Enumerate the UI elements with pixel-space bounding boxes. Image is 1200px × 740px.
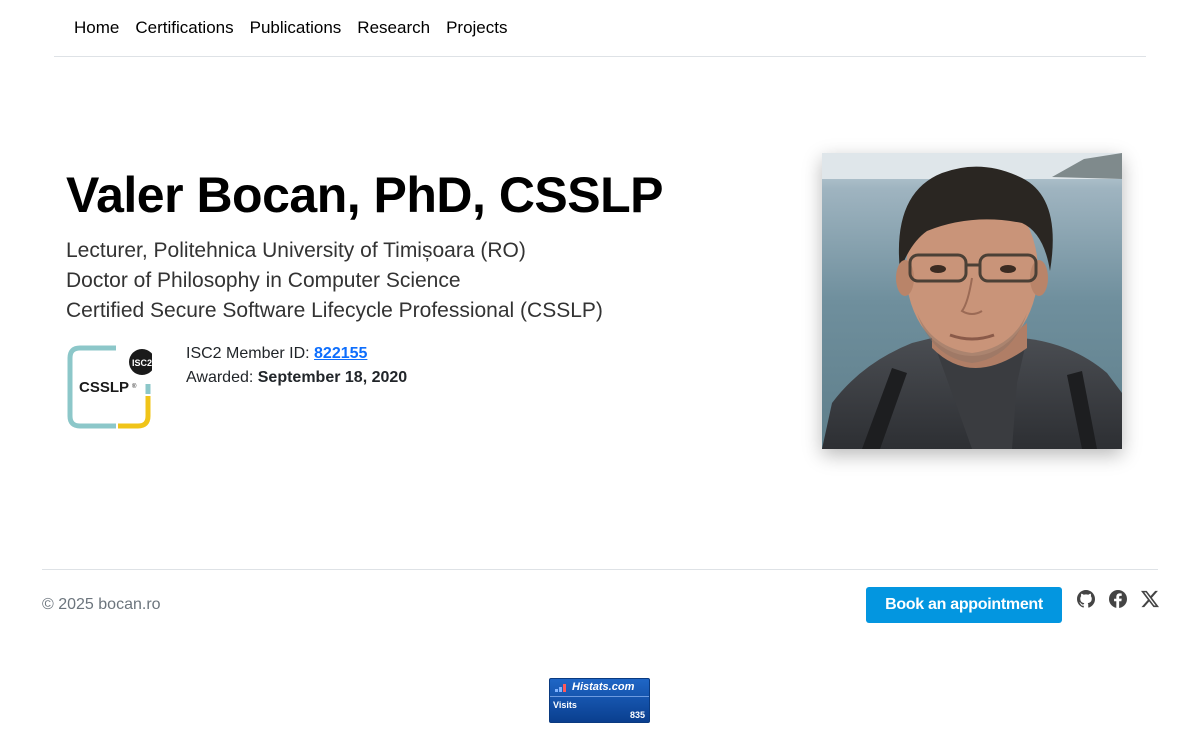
copyright-text: © 2025 bocan.ro [42, 596, 161, 613]
portrait-photo [822, 153, 1122, 449]
page-footer: © 2025 bocan.ro Book an appointment [42, 569, 1159, 629]
badge-org-text: ISC2 [132, 358, 152, 368]
hero-line-degree: Doctor of Philosophy in Computer Science [66, 269, 461, 292]
membership-info: ISC2 Member ID: 822155 Awarded: Septembe… [186, 342, 407, 390]
top-navbar: Home Certifications Publications Researc… [54, 0, 1146, 57]
nav-research-link[interactable]: Research [349, 17, 438, 39]
member-id-label: ISC2 Member ID: [186, 345, 315, 362]
hero-line-certification: Certified Secure Software Lifecycle Prof… [66, 299, 603, 322]
book-appointment-button[interactable]: Book an appointment [866, 587, 1062, 623]
hero-line-position: Lecturer, Politehnica University of Timi… [66, 239, 526, 262]
csslp-badge-logo: ISC2 CSSLP ® [66, 344, 155, 430]
awarded-date: September 18, 2020 [257, 369, 408, 386]
facebook-icon[interactable] [1109, 590, 1127, 608]
nav-projects-link[interactable]: Projects [438, 17, 515, 39]
histats-brand: Histats.com [572, 681, 635, 693]
histats-counter[interactable]: Histats.com Visits 835 [549, 678, 650, 723]
nav-home-link[interactable]: Home [66, 17, 127, 39]
member-id-row: ISC2 Member ID: 822155 [186, 342, 407, 366]
x-icon[interactable] [1141, 590, 1159, 608]
visits-count: 835 [629, 710, 645, 720]
counter-divider [550, 696, 649, 697]
page-title: Valer Bocan, PhD, CSSLP [66, 167, 664, 223]
badge-logo-text: CSSLP [79, 379, 129, 396]
awarded-label: Awarded: [186, 369, 258, 386]
nav-certifications-link[interactable]: Certifications [127, 17, 241, 39]
nav-publications-link[interactable]: Publications [242, 17, 350, 39]
nav-list: Home Certifications Publications Researc… [66, 17, 515, 39]
member-id-link[interactable]: 822155 [314, 345, 367, 362]
histats-bars-icon [555, 684, 566, 692]
awarded-row: Awarded: September 18, 2020 [186, 366, 407, 390]
visits-label: Visits [553, 700, 577, 710]
badge-registered-mark: ® [132, 383, 137, 390]
github-icon[interactable] [1077, 590, 1095, 608]
hero-subtitle-block: Lecturer, Politehnica University of Timi… [66, 236, 603, 326]
